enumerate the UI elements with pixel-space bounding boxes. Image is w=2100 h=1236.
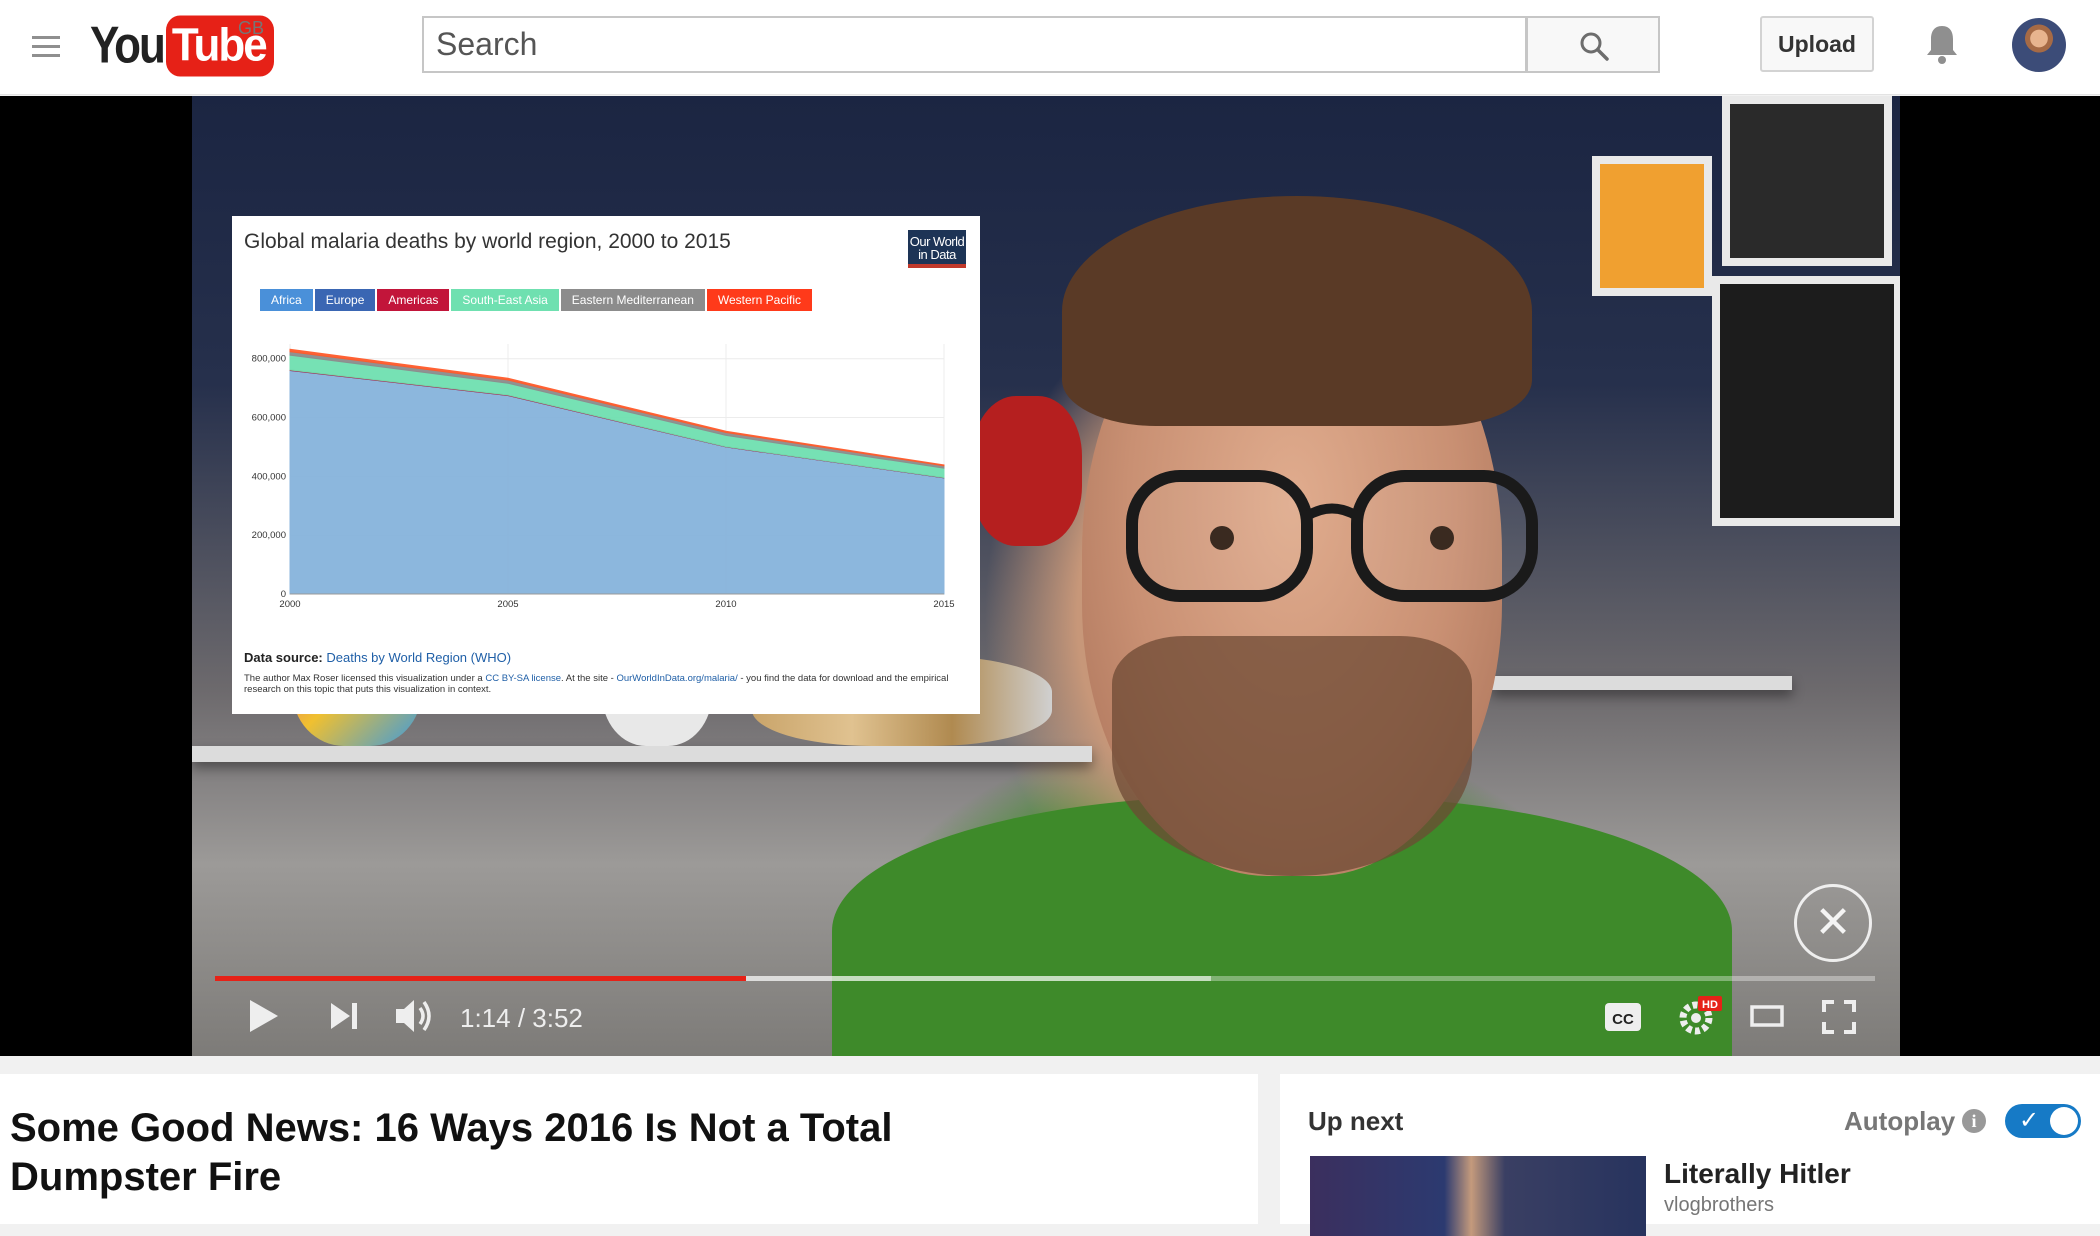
legend-item[interactable]: Western Pacific: [706, 289, 813, 311]
x-tick-label: 2000: [279, 599, 300, 610]
play-icon[interactable]: [246, 998, 280, 1034]
legend-item[interactable]: Eastern Mediterranean: [560, 289, 705, 311]
check-icon: ✓: [2019, 1107, 2040, 1134]
channel-watermark-icon[interactable]: ✕: [1794, 884, 1872, 962]
chart-overlay: 0 200,000 400,000 600,000 800,000 2000 2005 201…: [232, 216, 980, 714]
x-tick-label: 2015: [933, 599, 954, 610]
next-icon[interactable]: [328, 1000, 360, 1032]
wall-poster: [1712, 276, 1900, 526]
progress-bar[interactable]: [215, 976, 1875, 981]
search-button[interactable]: [1526, 16, 1660, 73]
person-beard: [1112, 636, 1472, 876]
glasses: [1126, 470, 1538, 602]
upload-button[interactable]: Upload: [1760, 16, 1874, 72]
info-icon[interactable]: i: [1962, 1109, 1986, 1133]
region-label: GB: [238, 18, 265, 38]
video-info: Some Good News: 16 Ways 2016 Is Not a To…: [0, 1074, 1258, 1224]
legend-item[interactable]: Americas: [377, 289, 450, 311]
record-decoration: [972, 396, 1082, 546]
legend-item[interactable]: Europe: [314, 289, 376, 311]
shelf: [1492, 676, 1792, 690]
legend-item[interactable]: South-East Asia: [451, 289, 559, 311]
owid-logo: Our World in Data: [908, 230, 966, 268]
chart-title: Global malaria deaths by world region, 2…: [244, 230, 731, 253]
area-chart: 0200,000400,000600,000800,0002000 2005 201…: [252, 344, 955, 610]
wall-frame: [1722, 96, 1892, 266]
source-label: Data source:: [244, 650, 323, 665]
license-text: The author Max Roser licensed this visua…: [244, 673, 974, 695]
up-next-label: Up next: [1308, 1106, 1404, 1136]
x-tick-label: 2010: [715, 599, 736, 610]
y-tick-label: 600,000: [252, 413, 286, 424]
x-tick-label: 2005: [497, 599, 518, 610]
autoplay-toggle[interactable]: ✓: [2005, 1104, 2081, 1138]
search-box[interactable]: [422, 16, 1527, 73]
legend-item[interactable]: Africa: [260, 289, 313, 311]
captions-icon[interactable]: CC: [1604, 1002, 1642, 1032]
license-link[interactable]: CC BY-SA license: [485, 673, 561, 684]
wall-art: [1592, 156, 1712, 296]
video-title: Some Good News: 16 Ways 2016 Is Not a To…: [10, 1106, 893, 1199]
logo-you: You: [90, 16, 166, 75]
youtube-logo[interactable]: You Tube GB: [90, 15, 274, 77]
cc-text: CC: [1612, 1011, 1634, 1028]
chart-legend: Africa Europe Americas South-East Asia Easte…: [260, 289, 814, 311]
fullscreen-icon[interactable]: [1822, 1000, 1856, 1034]
license-prefix: The author Max Roser licensed this visua…: [244, 673, 483, 684]
y-tick-label: 400,000: [252, 471, 286, 482]
video-player[interactable]: ✕ 0 200,000 400,000 600,000 800,000 2000 2005 2…: [0, 96, 2100, 1056]
settings-icon[interactable]: HD: [1676, 994, 1724, 1036]
shelf: [192, 746, 1092, 762]
search-input[interactable]: [436, 26, 1525, 63]
y-tick-label: 800,000: [252, 354, 286, 365]
avatar[interactable]: [2012, 18, 2066, 72]
time-display: 1:14 / 3:52: [460, 1003, 583, 1033]
site-link[interactable]: OurWorldInData.org/malaria/: [616, 673, 737, 684]
menu-icon[interactable]: [32, 36, 60, 58]
toggle-knob: [2050, 1107, 2078, 1135]
data-source: Data source: Deaths by World Region (WHO…: [244, 650, 511, 665]
search-icon: [1580, 32, 1609, 61]
next-video-title[interactable]: Literally Hitler: [1664, 1158, 1851, 1190]
bell-icon[interactable]: [1922, 22, 1962, 66]
volume-icon[interactable]: [394, 996, 436, 1036]
masthead: You Tube GB Upload: [0, 0, 2100, 95]
progress-played: [215, 976, 747, 981]
source-link[interactable]: Deaths by World Region (WHO): [326, 650, 511, 665]
person-hair: [1062, 196, 1532, 426]
autoplay-label: Autoplay: [1844, 1106, 1956, 1136]
theater-mode-icon[interactable]: [1750, 1004, 1784, 1028]
next-video-thumbnail[interactable]: [1310, 1156, 1646, 1236]
hd-badge: HD: [1702, 999, 1718, 1011]
up-next-panel: Up next Autoplay i ✓ Literally Hitler vl…: [1280, 1074, 2100, 1236]
license-mid: . At the site -: [561, 673, 614, 684]
area-series: [289, 369, 945, 595]
y-tick-label: 200,000: [252, 530, 286, 541]
